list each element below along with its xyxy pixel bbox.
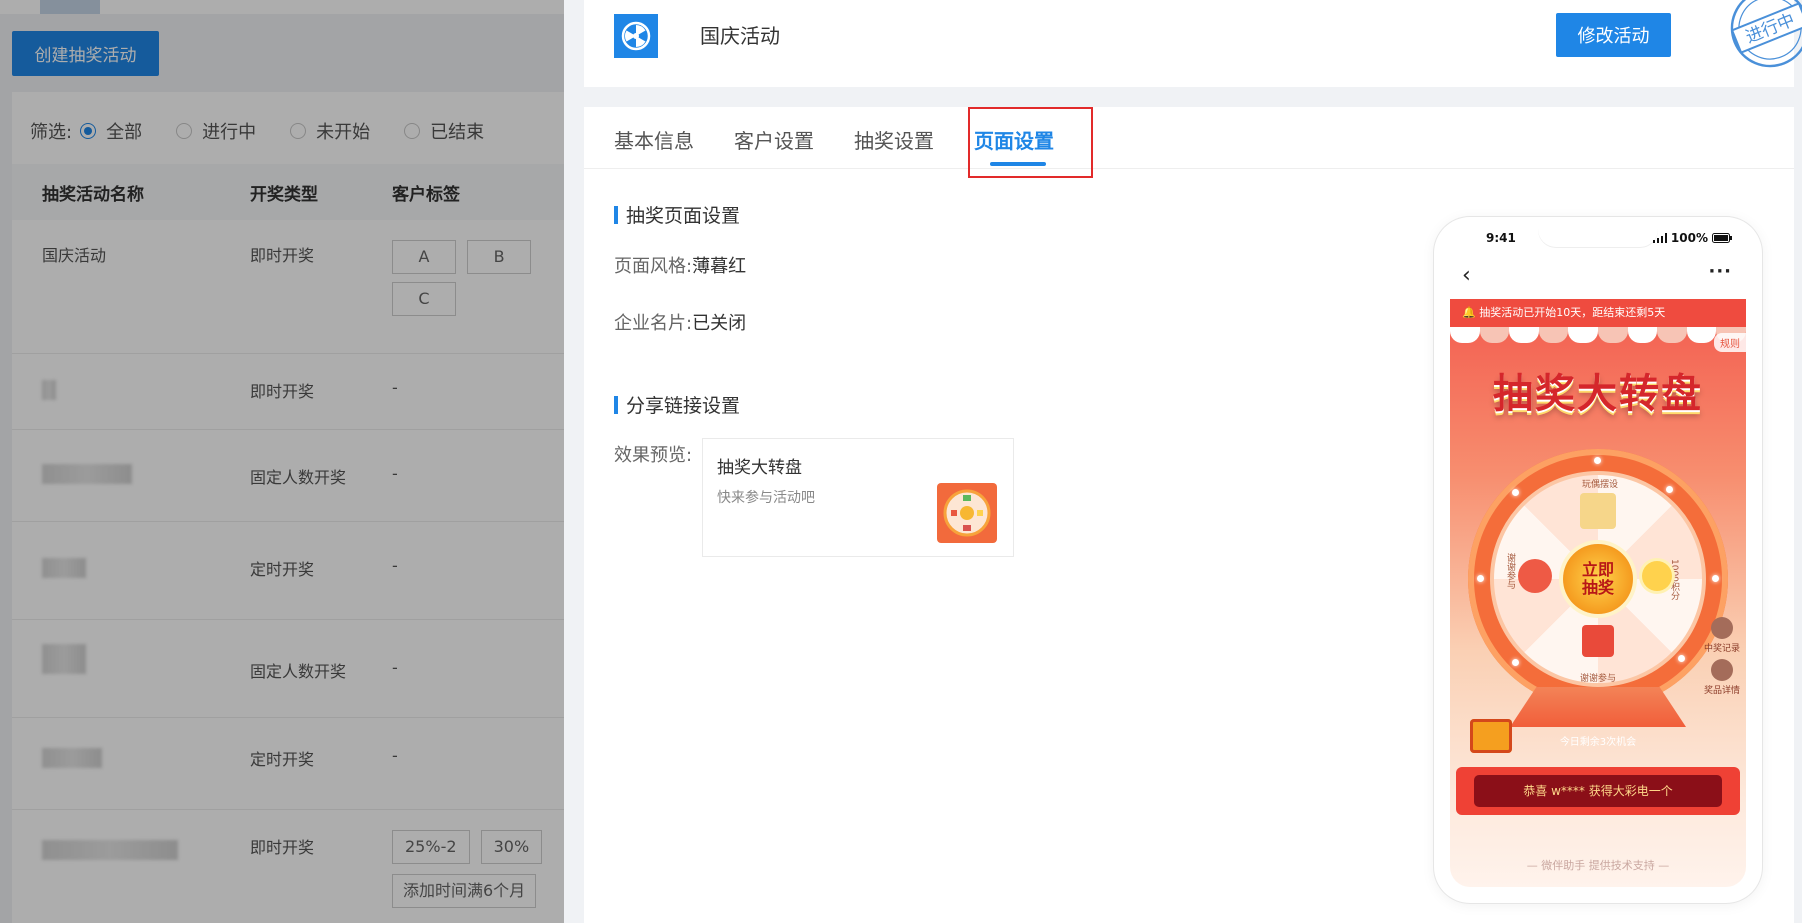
- draw-now-button[interactable]: 立即 抽奖: [1563, 544, 1633, 614]
- modal-overlay[interactable]: [0, 0, 564, 923]
- share-thumbnail-wheel: [937, 483, 997, 543]
- activity-wheel-icon: [614, 14, 658, 58]
- share-card-title: 抽奖大转盘: [717, 458, 802, 478]
- section-title-page: 抽奖页面设置: [614, 201, 740, 228]
- remaining-chances: 今日剩余3次机会: [1559, 737, 1637, 748]
- lottery-wheel: 玩偶摆设 1000积分 谢谢参与 谢谢参与 立即 抽奖: [1468, 449, 1728, 709]
- back-arrow-icon[interactable]: ‹: [1462, 263, 1471, 288]
- preview-label: 效果预览:: [614, 445, 693, 466]
- prize-coin-icon: [1642, 561, 1672, 591]
- business-card-value: 已关闭: [692, 313, 747, 334]
- signal-icon: [1652, 233, 1667, 243]
- prize-details-button[interactable]: 奖品详情: [1704, 659, 1740, 696]
- share-card-subtitle: 快来参与活动吧: [717, 490, 815, 506]
- lottery-notice: 🔔 抽奖活动已开始10天，距结束还剩5天: [1450, 299, 1746, 327]
- tab-customer-settings[interactable]: 客户设置: [734, 125, 814, 154]
- lottery-screen: 🔔 抽奖活动已开始10天，距结束还剩5天 规则 抽奖大转盘 玩偶摆设 1000积…: [1450, 299, 1746, 887]
- field-page-style: 页面风格:薄暮红: [614, 256, 747, 277]
- share-preview-card: 抽奖大转盘 快来参与活动吧: [702, 438, 1014, 557]
- record-icon: [1710, 617, 1733, 639]
- prize-redpacket-icon: [1582, 625, 1614, 657]
- more-dots-icon[interactable]: ···: [1708, 261, 1732, 282]
- phone-notch: [1538, 217, 1658, 247]
- tab-basic-info[interactable]: 基本信息: [614, 125, 694, 154]
- section-bar: [614, 205, 618, 224]
- drawer-header: 国庆活动 修改活动 进行中: [584, 0, 1802, 87]
- gift-icon: [1710, 659, 1733, 681]
- wheel-stand: [1510, 687, 1686, 727]
- detail-drawer: 国庆活动 修改活动 进行中 基本信息 客户设置 抽奖设置 页面设置 抽奖页面设置…: [564, 0, 1802, 923]
- edit-activity-button[interactable]: 修改活动: [1556, 13, 1671, 57]
- tab-bar: 基本信息 客户设置 抽奖设置 页面设置: [584, 107, 1794, 178]
- prize-gift-icon: [1580, 493, 1616, 529]
- phone-nav-bar: ‹ ···: [1434, 257, 1762, 297]
- prize-label: 谢谢参与: [1580, 674, 1617, 684]
- status-time: 9:41: [1486, 231, 1516, 245]
- drawer-body: 基本信息 客户设置 抽奖设置 页面设置 抽奖页面设置 页面风格:薄暮红 企业名片…: [584, 107, 1794, 923]
- tab-lottery-settings[interactable]: 抽奖设置: [854, 125, 934, 154]
- prize-label: 玩偶摆设: [1582, 480, 1619, 490]
- status-stamp: 进行中: [1724, 0, 1802, 74]
- prize-thanks-icon: [1518, 559, 1552, 593]
- phone-status-bar: 9:41 100%: [1434, 217, 1762, 257]
- activity-title: 国庆活动: [700, 24, 780, 48]
- my-prizes-button[interactable]: 中奖记录: [1704, 617, 1740, 654]
- field-business-card: 企业名片:已关闭: [614, 313, 747, 334]
- bell-icon: 🔔: [1462, 306, 1476, 319]
- phone-preview: 9:41 100% ‹ ··· 🔔 抽奖活动已开始10天，距结束还剩5天 规则 …: [1434, 217, 1762, 903]
- battery-percent: 100%: [1670, 231, 1708, 245]
- winner-text: 恭喜 w**** 获得大彩电一个: [1474, 775, 1722, 807]
- section-title-share: 分享链接设置: [614, 391, 740, 418]
- background-page: 创建抽奖活动 筛选: 全部 进行中 未开始 已结束 抽奖活动名称 开奖类型 客户…: [0, 0, 564, 923]
- powered-by: — 微伴助手 提供技术支持 —: [1526, 859, 1670, 872]
- winner-banner: 恭喜 w**** 获得大彩电一个: [1456, 767, 1740, 815]
- awning-decoration: [1450, 327, 1746, 343]
- page-style-value: 薄暮红: [692, 256, 747, 277]
- lottery-headline: 抽奖大转盘: [1493, 371, 1703, 417]
- prize-label: 谢谢参与: [1505, 553, 1515, 589]
- section-bar: [614, 395, 618, 414]
- rule-button[interactable]: 规则: [1714, 333, 1746, 352]
- highlight-box: [968, 107, 1093, 178]
- battery-icon: [1712, 233, 1732, 243]
